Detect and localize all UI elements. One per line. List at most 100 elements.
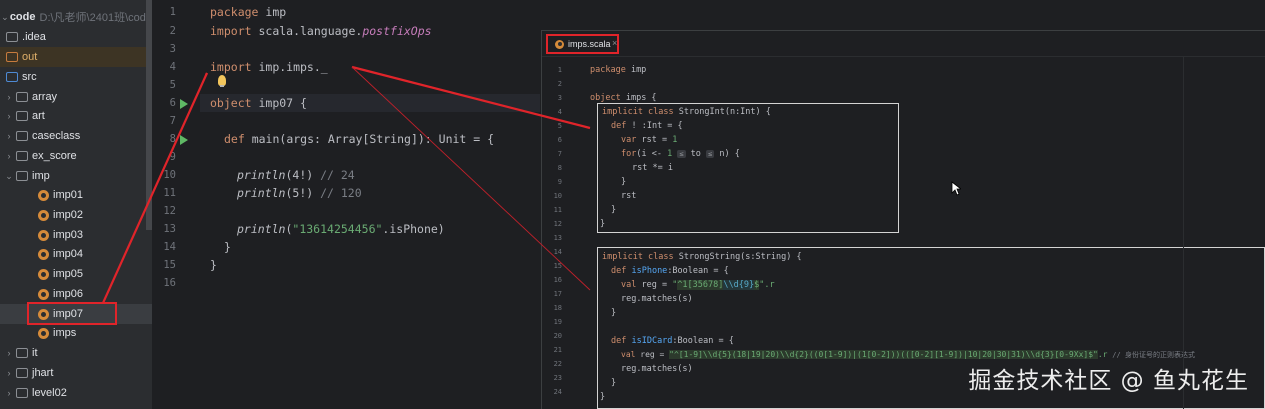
tree-item-label: jhart <box>32 367 54 379</box>
folder-icon <box>6 32 18 42</box>
editor-gutter: 1 2 3 4 5 6 7 8 9 10 11 12 13 14 15 16 <box>152 0 200 409</box>
line-number: 5 <box>169 79 176 91</box>
chevron-right-icon[interactable]: › <box>4 131 14 141</box>
code-line: } <box>210 258 217 272</box>
tree-item-label: imp03 <box>53 229 83 241</box>
tree-item-label: imp01 <box>53 189 83 201</box>
tree-root[interactable]: ⌄ code D:\凡老师\2401班\code <box>0 7 152 27</box>
tree-item-imp01[interactable]: imp01 <box>0 185 152 205</box>
project-tree: ⌄ code D:\凡老师\2401班\code . idea out src ›… <box>0 0 152 409</box>
tree-item-imp[interactable]: ⌄ imp <box>0 166 152 186</box>
tree-item-imp04[interactable]: imp04 <box>0 244 152 264</box>
code-line: println(5!) // 120 <box>237 186 362 200</box>
line-number: 4 <box>557 108 562 116</box>
tree-item-imp06[interactable]: imp06 <box>0 284 152 304</box>
tree-item-imps[interactable]: imps <box>0 323 152 343</box>
tree-item-jhart[interactable]: › jhart <box>0 363 152 383</box>
tree-item-label: art <box>32 110 45 122</box>
line-number: 3 <box>169 43 176 55</box>
line-number: 7 <box>557 150 562 158</box>
mouse-cursor-icon <box>951 181 961 196</box>
chevron-right-icon[interactable]: › <box>4 111 14 121</box>
lightbulb-icon[interactable] <box>218 75 226 87</box>
line-number: 1 <box>557 66 562 74</box>
line-number: 9 <box>557 178 562 186</box>
line-number: 16 <box>163 277 176 289</box>
tree-item-array[interactable]: › array <box>0 87 152 107</box>
run-icon[interactable] <box>180 99 188 109</box>
tree-item-level02[interactable]: › level02 <box>0 383 152 403</box>
scala-object-icon <box>38 209 49 221</box>
run-icon[interactable] <box>180 135 188 145</box>
tree-item-label: caseclass <box>32 130 81 142</box>
tree-item-label: imps <box>53 327 77 339</box>
folder-excluded-icon <box>6 52 18 62</box>
tree-item-imp05[interactable]: imp05 <box>0 264 152 284</box>
line-number: 19 <box>553 318 562 326</box>
line-number: 10 <box>553 192 562 200</box>
scala-object-icon <box>555 39 564 49</box>
line-number: 4 <box>169 61 176 73</box>
imp07-highlight-box <box>27 302 117 325</box>
tree-item-art[interactable]: › art <box>0 106 152 126</box>
ide-window: ⌄ code D:\凡老师\2401班\code . idea out src ›… <box>0 0 1265 409</box>
scala-object-icon <box>38 248 49 260</box>
code-line: package imp <box>590 65 647 75</box>
code-line: println(4!) // 24 <box>237 168 355 182</box>
line-number: 2 <box>169 25 176 37</box>
scala-object-icon <box>38 288 49 300</box>
package-icon <box>16 151 28 161</box>
line-number: 14 <box>163 241 176 253</box>
tree-item-src[interactable]: src <box>0 67 152 87</box>
tab-label: imps.scala <box>568 39 611 49</box>
chevron-right-icon[interactable]: › <box>4 348 14 358</box>
line-number: 8 <box>557 164 562 172</box>
chevron-right-icon[interactable]: › <box>4 92 14 102</box>
code-line: package imp <box>210 5 287 19</box>
strongint-outline-box <box>597 103 899 233</box>
chevron-right-icon[interactable]: › <box>4 388 14 398</box>
scala-object-icon <box>38 268 49 280</box>
scala-object-icon <box>38 229 49 241</box>
line-number: 17 <box>553 290 562 298</box>
chevron-down-icon[interactable]: ⌄ <box>4 171 14 182</box>
tree-item-ex-score[interactable]: › ex_score <box>0 146 152 166</box>
line-number: 23 <box>553 374 562 382</box>
tree-item-out[interactable]: out <box>0 47 152 67</box>
tree-item-imp03[interactable]: imp03 <box>0 225 152 245</box>
tree-item-imp02[interactable]: imp02 <box>0 205 152 225</box>
tree-root-label: code <box>9 11 36 23</box>
package-icon <box>16 368 28 378</box>
line-number: 16 <box>553 276 562 284</box>
line-number: 6 <box>169 97 176 109</box>
scala-object-icon <box>38 189 49 201</box>
tree-item-label: imp04 <box>53 248 83 260</box>
tree-item-label: it <box>32 347 38 359</box>
line-number: 15 <box>553 262 562 270</box>
close-icon[interactable]: × <box>612 38 617 48</box>
tree-item-label: ex_score <box>32 150 77 162</box>
line-number: 13 <box>163 223 176 235</box>
line-number: 12 <box>163 205 176 217</box>
tree-item-idea[interactable]: . idea <box>0 27 152 47</box>
chevron-down-icon[interactable]: ⌄ <box>0 12 10 23</box>
chevron-right-icon[interactable]: › <box>4 151 14 161</box>
line-number: 20 <box>553 332 562 340</box>
tree-item-caseclass[interactable]: › caseclass <box>0 126 152 146</box>
line-number: 21 <box>553 346 562 354</box>
line-number: 11 <box>163 187 176 199</box>
line-number: 18 <box>553 304 562 312</box>
tab-imps-scala[interactable]: imps.scala <box>546 34 619 54</box>
chevron-right-icon[interactable]: › <box>4 368 14 378</box>
tree-item-it[interactable]: › it <box>0 343 152 363</box>
tree-item-label: idea <box>25 31 46 43</box>
line-number: 11 <box>553 206 562 214</box>
line-number: 8 <box>169 133 176 145</box>
right-margin-guide <box>1183 57 1184 409</box>
tree-item-label: array <box>32 91 58 103</box>
tree-item-label: imp02 <box>53 209 83 221</box>
line-number: 2 <box>557 80 562 88</box>
tree-root-path: D:\凡老师\2401班\code <box>39 12 153 24</box>
line-number: 1 <box>169 6 176 18</box>
tab-bar: imps.scala × <box>542 31 1265 57</box>
